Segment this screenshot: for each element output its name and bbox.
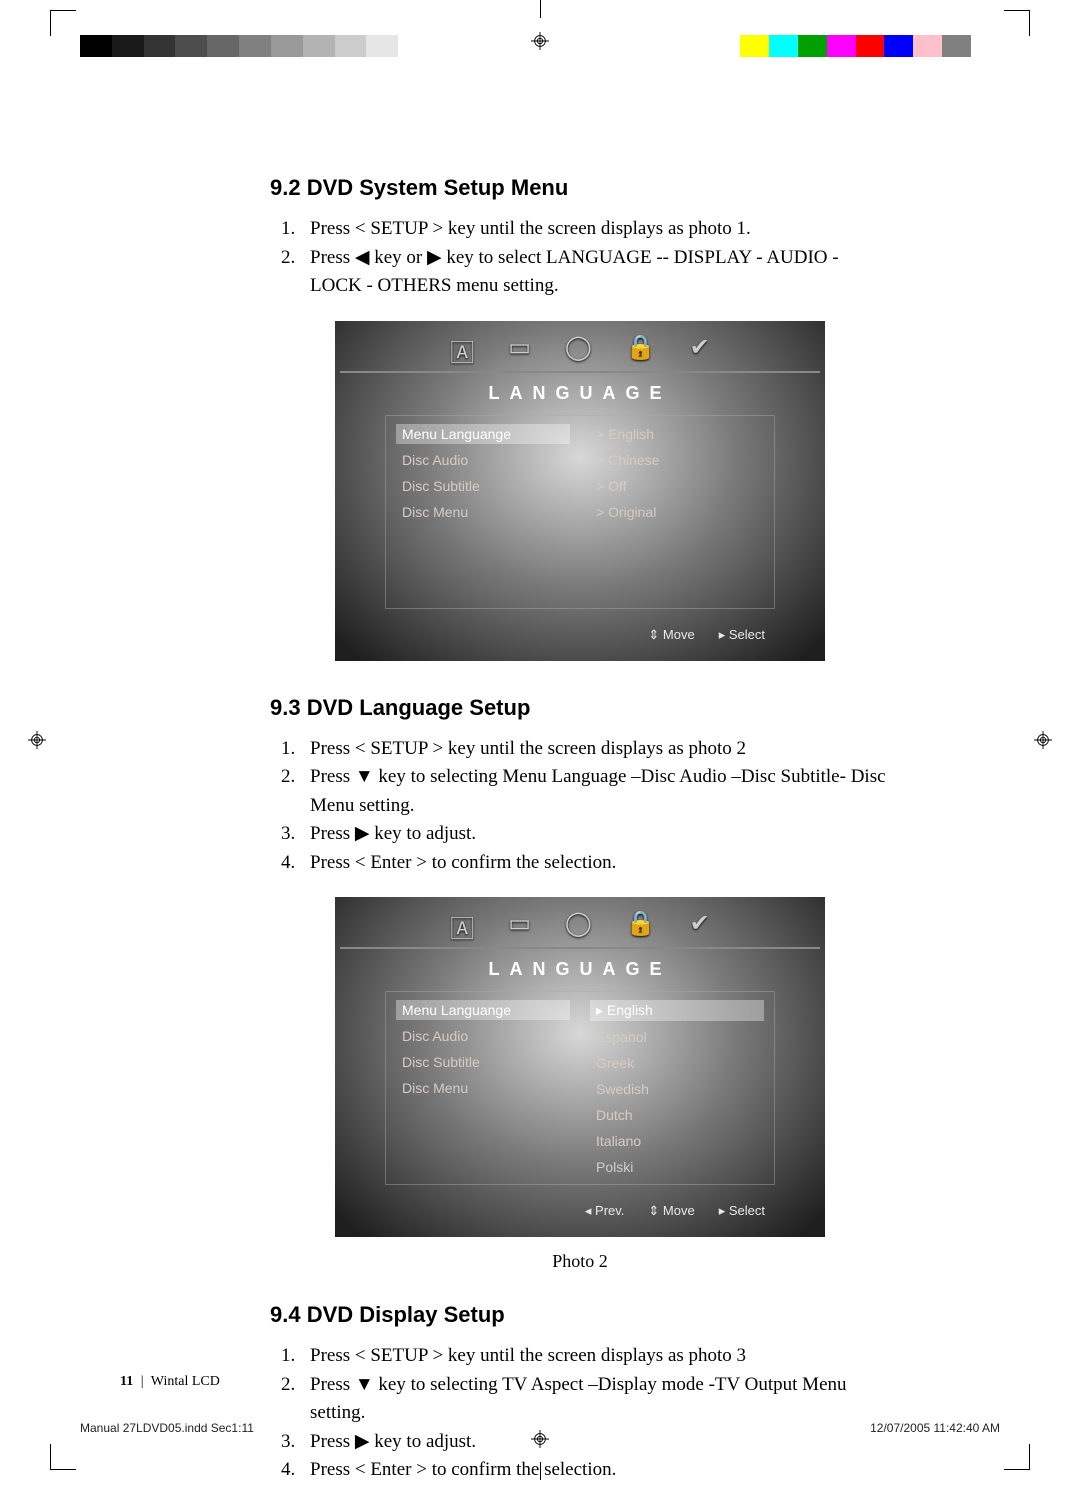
color-swatch <box>335 35 367 57</box>
osd-footer-hints: ◂ Prev. ⇕ Move ▸ Select <box>585 1203 765 1219</box>
color-swatch <box>971 35 1000 57</box>
osd-row: Swedish <box>596 1081 758 1097</box>
color-swatch <box>398 35 430 57</box>
color-swatch <box>80 35 112 57</box>
language-tab-icon: 🄰 <box>450 909 474 944</box>
color-swatch <box>239 35 271 57</box>
osd-footer-hints: ⇕ Move ▸ Select <box>648 627 765 643</box>
osd-row: Menu Languange <box>396 1000 570 1020</box>
section-heading-9-3: 9.3 DVD Language Setup <box>270 695 890 721</box>
osd-screenshot-photo-2: 🄰 ▭ ◯ 🔒 ✔ LANGUAGE Menu Languange Disc Au… <box>335 897 825 1237</box>
list-item: Press < Enter > to confirm the selection… <box>300 1456 890 1485</box>
indd-filename: Manual 27LDVD05.indd Sec1:11 <box>80 1421 254 1435</box>
list-item: Press < Enter > to confirm the selection… <box>300 849 890 878</box>
osd-tab-icons: 🄰 ▭ ◯ 🔒 ✔ <box>335 333 825 368</box>
osd-row: Dutch <box>596 1107 758 1123</box>
display-tab-icon: ▭ <box>508 333 531 368</box>
color-swatch <box>856 35 885 57</box>
crop-mark <box>50 1444 76 1470</box>
others-tab-icon: ✔ <box>690 909 710 944</box>
list-item: Press ▼ key to selecting TV Aspect –Disp… <box>300 1371 890 1428</box>
color-swatch <box>175 35 207 57</box>
registration-mark-icon <box>531 32 549 50</box>
grayscale-color-bar <box>80 35 430 57</box>
section-9-2-list: Press < SETUP > key until the screen dis… <box>270 215 890 301</box>
crop-mark <box>1004 10 1030 36</box>
section-9-3-list: Press < SETUP > key until the screen dis… <box>270 735 890 878</box>
audio-tab-icon: ◯ <box>565 909 592 944</box>
prepress-info-line: Manual 27LDVD05.indd Sec1:11 12/07/2005 … <box>80 1421 1000 1435</box>
color-swatch <box>913 35 942 57</box>
osd-row: Polski <box>596 1159 758 1175</box>
osd-row: Greek <box>596 1055 758 1071</box>
section-9-4-list: Press < SETUP > key until the screen dis… <box>270 1342 890 1485</box>
crop-mark <box>1004 1444 1030 1470</box>
osd-row: Disc Subtitle <box>402 478 564 494</box>
display-tab-icon: ▭ <box>508 909 531 944</box>
lock-tab-icon: 🔒 <box>626 909 656 944</box>
color-swatch <box>144 35 176 57</box>
section-heading-9-2: 9.2 DVD System Setup Menu <box>270 175 890 201</box>
osd-tab-icons: 🄰 ▭ ◯ 🔒 ✔ <box>335 909 825 944</box>
photo-caption: Photo 2 <box>270 1251 890 1272</box>
osd-row: Disc Audio <box>402 452 564 468</box>
osd-row: > English <box>596 426 758 442</box>
osd-row: > Original <box>596 504 758 520</box>
color-swatch <box>942 35 971 57</box>
osd-row: > Chinese <box>596 452 758 468</box>
list-item: Press ▶ key to adjust. <box>300 820 890 849</box>
color-swatch <box>769 35 798 57</box>
osd-row: Espanol <box>596 1029 758 1045</box>
list-item: Press ▼ key to selecting Menu Language –… <box>300 763 890 820</box>
color-swatch <box>827 35 856 57</box>
osd-row: Disc Audio <box>402 1028 564 1044</box>
osd-hint: ◂ Prev. <box>585 1203 625 1219</box>
list-item: Press < SETUP > key until the screen dis… <box>300 215 890 244</box>
osd-row: Menu Languange <box>396 424 570 444</box>
osd-title: LANGUAGE <box>335 383 825 404</box>
section-heading-9-4: 9.4 DVD Display Setup <box>270 1302 890 1328</box>
language-tab-icon: 🄰 <box>450 333 474 368</box>
registration-mark-icon <box>28 731 46 749</box>
page-footer: 11 | Wintal LCD <box>120 1374 220 1390</box>
color-swatch <box>271 35 303 57</box>
osd-title: LANGUAGE <box>335 959 825 980</box>
list-item: Press < SETUP > key until the screen dis… <box>300 1342 890 1371</box>
color-swatch <box>207 35 239 57</box>
color-swatch <box>798 35 827 57</box>
osd-row: Disc Subtitle <box>402 1054 564 1070</box>
others-tab-icon: ✔ <box>690 333 710 368</box>
color-swatch <box>366 35 398 57</box>
osd-hint: ⇕ Move <box>648 627 694 643</box>
osd-hint: ⇕ Move <box>648 1203 694 1219</box>
list-item: Press ◀ key or ▶ key to select LANGUAGE … <box>300 244 890 301</box>
audio-tab-icon: ◯ <box>565 333 592 368</box>
color-swatch <box>884 35 913 57</box>
osd-hint: ▸ Select <box>719 627 765 643</box>
lock-tab-icon: 🔒 <box>626 333 656 368</box>
crop-mark <box>50 10 76 36</box>
footer-separator: | <box>141 1374 144 1389</box>
footer-label: Wintal LCD <box>151 1374 220 1389</box>
color-swatch <box>112 35 144 57</box>
registration-mark-icon <box>1034 731 1052 749</box>
osd-row: > Off <box>596 478 758 494</box>
color-swatch <box>740 35 769 57</box>
indd-timestamp: 12/07/2005 11:42:40 AM <box>870 1421 1000 1435</box>
color-swatch <box>303 35 335 57</box>
osd-row: Italiano <box>596 1133 758 1149</box>
osd-row: Disc Menu <box>402 1080 564 1096</box>
page-content: 9.2 DVD System Setup Menu Press < SETUP … <box>270 175 890 1505</box>
osd-row: Disc Menu <box>402 504 564 520</box>
crop-tick <box>540 0 541 18</box>
color-swatch-bar <box>740 35 1000 57</box>
page-number: 11 <box>120 1374 133 1389</box>
osd-screenshot-photo-1: 🄰 ▭ ◯ 🔒 ✔ LANGUAGE Menu Languange Disc Au… <box>335 321 825 661</box>
osd-hint: ▸ Select <box>719 1203 765 1219</box>
list-item: Press < SETUP > key until the screen dis… <box>300 735 890 764</box>
osd-row: ▸ English <box>590 1000 764 1021</box>
